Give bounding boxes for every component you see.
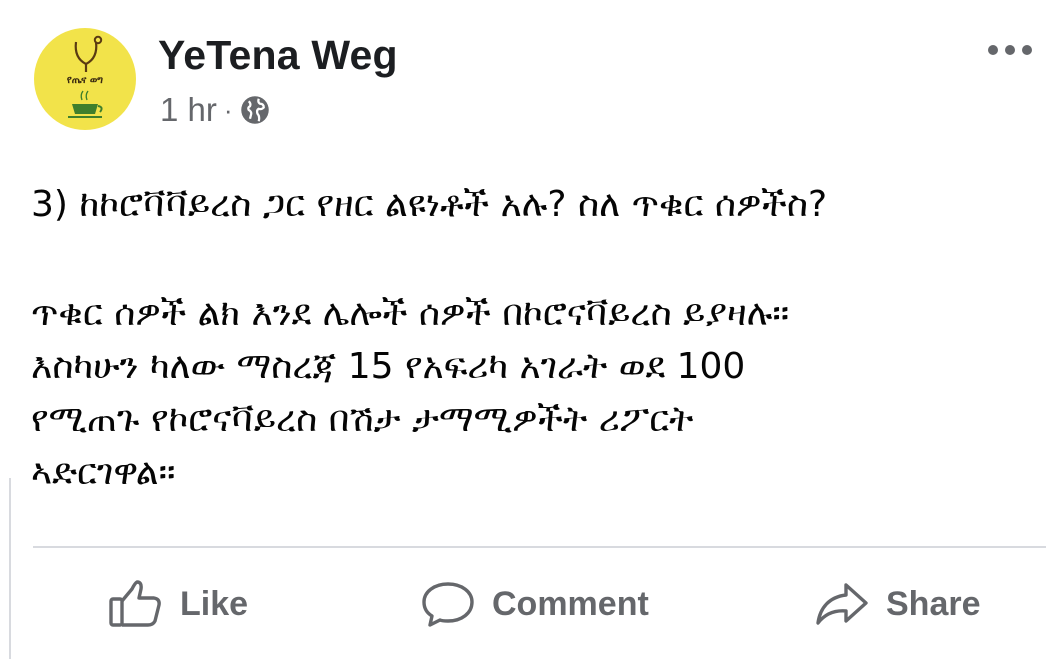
post-answer-line: የሚጠጉ የኮሮናቫይረስ በሽታ ታማሚዎችት ሪፖርት: [31, 399, 694, 440]
thumbs-up-icon: [109, 580, 161, 627]
post-meta: 1 hr ·: [160, 90, 270, 130]
page-name[interactable]: YeTena Weg: [158, 32, 398, 79]
globe-icon[interactable]: [240, 95, 270, 125]
post-question: 3) ከኮሮቫቫይረስ ጋር የዘር ልዩነቶች አሉ? ስለ ጥቁር ሰዎችስ…: [31, 184, 828, 225]
meta-separator: ·: [223, 94, 233, 125]
more-dot: [1022, 45, 1032, 55]
post-header: የጤና ወግ YeTena Weg 1 hr ·: [34, 28, 1034, 138]
share-button[interactable]: Share: [814, 572, 981, 636]
share-arrow-icon: [816, 583, 868, 625]
like-label: Like: [180, 584, 249, 623]
more-dot: [1005, 45, 1015, 55]
comment-button[interactable]: Comment: [420, 572, 649, 636]
post-answer-line: ጥቁር ሰዎች ልክ እንደ ሌሎች ሰዎች በኮሮናቫይረስ ይያዛሉ።: [31, 293, 790, 334]
post-text: 3) ከኮሮቫቫይረስ ጋር የዘር ልዩነቶች አሉ? ስለ ጥቁር ሰዎችስ…: [31, 178, 1046, 499]
post-time[interactable]: 1 hr: [160, 91, 217, 129]
more-dot: [988, 45, 998, 55]
comment-bubble-icon: [422, 582, 474, 627]
post-answer-line: እስካሁን ካለው ማስረጃ 15 የአፍሪካ አገራት ወደ 100: [31, 346, 746, 387]
page-avatar[interactable]: የጤና ወግ: [34, 28, 136, 130]
avatar-label: የጤና ወግ: [66, 75, 104, 86]
more-options-icon[interactable]: [988, 40, 1032, 60]
comment-label: Comment: [492, 584, 649, 623]
like-button[interactable]: Like: [108, 572, 248, 636]
share-label: Share: [886, 584, 981, 623]
actions-divider: [33, 546, 1046, 548]
post-answer-line: ኣድርገዋል።: [31, 452, 176, 493]
post-actions: Like Comment Share: [0, 572, 1061, 636]
